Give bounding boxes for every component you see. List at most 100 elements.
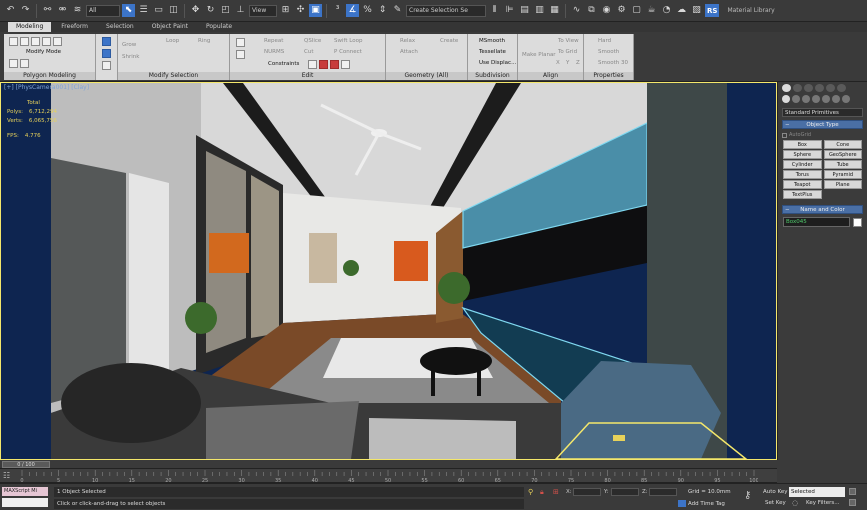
vertex-icon[interactable] xyxy=(9,37,18,46)
polygon-icon[interactable] xyxy=(42,37,51,46)
pivot-center-icon[interactable]: ⊞ xyxy=(279,4,292,17)
playback-control-icon[interactable] xyxy=(849,488,856,495)
motion-tab[interactable] xyxy=(815,84,824,92)
textplus-button[interactable]: TextPlus xyxy=(783,190,822,199)
edit-title[interactable]: Edit xyxy=(230,72,385,80)
modify-selection-title[interactable]: Modify Selection xyxy=(118,72,229,80)
to-view-button[interactable]: To View xyxy=(558,38,579,44)
render-setup-icon[interactable]: ⚙ xyxy=(615,4,628,17)
link-icon[interactable]: ⚯ xyxy=(41,4,54,17)
workspace-badge[interactable]: RS xyxy=(705,4,720,17)
material-library-label[interactable]: Material Library xyxy=(727,7,774,14)
maxscript-listener-input[interactable]: MAXScript Mi xyxy=(2,487,48,496)
preserve-uvs-icon[interactable] xyxy=(20,59,29,68)
spinner-snap-icon[interactable]: ⇕ xyxy=(376,4,389,17)
pyramid-button[interactable]: Pyramid xyxy=(823,170,862,179)
object-name-input[interactable]: Box045 xyxy=(783,217,850,227)
lights-category-icon[interactable] xyxy=(802,95,810,103)
tab-populate[interactable]: Populate xyxy=(198,22,240,32)
align-z-button[interactable]: Z xyxy=(576,60,580,66)
element-icon[interactable] xyxy=(53,37,62,46)
select-by-name-icon[interactable]: ☰ xyxy=(137,4,150,17)
percent-snap-icon[interactable]: % xyxy=(361,4,374,17)
time-slider[interactable]: 0 / 100 xyxy=(0,460,777,469)
rendered-frame-window-icon[interactable]: ▢ xyxy=(630,4,643,17)
toggle-layer-explorer-icon[interactable]: ▥ xyxy=(533,4,546,17)
constraint-edge-icon[interactable] xyxy=(319,60,328,69)
align-title[interactable]: Align xyxy=(518,72,583,80)
geometry-category-icon[interactable] xyxy=(782,95,790,103)
angle-snap-icon[interactable]: ∡ xyxy=(346,4,359,17)
named-selection-dropdown[interactable]: Create Selection Se xyxy=(406,4,486,17)
cameras-category-icon[interactable] xyxy=(812,95,820,103)
render-production-icon[interactable]: ☕ xyxy=(645,4,658,17)
align-x-button[interactable]: X xyxy=(556,60,560,66)
tab-modeling[interactable]: Modeling xyxy=(8,22,52,32)
scale-icon[interactable]: ◰ xyxy=(219,4,232,17)
selection-filter-dropdown[interactable]: All xyxy=(86,4,120,17)
edit-poly-mode-icon[interactable] xyxy=(102,37,111,46)
border-icon[interactable] xyxy=(31,37,40,46)
subdivision-title[interactable]: Subdivision xyxy=(468,72,517,80)
render-in-cloud-icon[interactable]: ☁ xyxy=(675,4,688,17)
bind-space-warp-icon[interactable]: ≋ xyxy=(71,4,84,17)
swift-loop-button[interactable]: Swift Loop xyxy=(334,38,362,44)
edit-mode-icon[interactable] xyxy=(236,50,245,59)
curve-editor-icon[interactable]: ∿ xyxy=(570,4,583,17)
properties-title[interactable]: Properties xyxy=(584,72,633,80)
qslice-button[interactable]: QSlice xyxy=(304,38,321,44)
absolute-mode-icon[interactable]: ⊞ xyxy=(553,488,559,496)
set-keys-icon[interactable]: ◌ xyxy=(792,499,798,507)
object-color-swatch[interactable] xyxy=(853,217,862,227)
nurms-button[interactable]: NURMS xyxy=(264,49,284,55)
material-editor-icon[interactable]: ◉ xyxy=(600,4,613,17)
repeat-button[interactable]: Repeat xyxy=(264,38,283,44)
tessellate-button[interactable]: Tessellate xyxy=(479,49,506,55)
mirror-icon[interactable]: ⫴ xyxy=(488,4,501,17)
smooth-30-button[interactable]: Smooth 30 xyxy=(598,60,628,66)
redo-icon[interactable]: ↷ xyxy=(19,4,32,17)
cylinder-button[interactable]: Cylinder xyxy=(783,160,822,169)
smooth-button[interactable]: Smooth xyxy=(598,49,619,55)
reference-coordinate-dropdown[interactable]: View xyxy=(249,4,277,17)
perspective-viewport[interactable]: [+] [PhysCamera001] [Clay] Total Polys: 6… xyxy=(0,82,777,460)
geometry-title[interactable]: Geometry (All) xyxy=(386,72,467,80)
place-icon[interactable]: ⊥ xyxy=(234,4,247,17)
hierarchy-tab[interactable] xyxy=(804,84,813,92)
tube-button[interactable]: Tube xyxy=(823,160,862,169)
primitive-category-dropdown[interactable]: Standard Primitives xyxy=(782,108,863,117)
a360-gallery-icon[interactable]: ▧ xyxy=(690,4,703,17)
undo-icon[interactable]: ↶ xyxy=(4,4,17,17)
loop-button[interactable]: Loop xyxy=(166,38,179,44)
x-coordinate-field[interactable] xyxy=(573,488,601,496)
make-planar-button[interactable]: Make Planar xyxy=(522,52,556,58)
autogrid-checkbox[interactable] xyxy=(782,132,787,138)
helpers-category-icon[interactable] xyxy=(822,95,830,103)
geosphere-button[interactable]: GeoSphere xyxy=(823,150,862,159)
move-icon[interactable]: ✥ xyxy=(189,4,202,17)
rotate-icon[interactable]: ↻ xyxy=(204,4,217,17)
repeat-icon[interactable] xyxy=(236,38,245,47)
isolate-selection-icon[interactable]: ⚲ xyxy=(528,488,533,496)
torus-button[interactable]: Torus xyxy=(783,170,822,179)
window-crossing-icon[interactable]: ◫ xyxy=(167,4,180,17)
track-ruler[interactable]: 0 5 10 15 20 25 30 35 40 45 50 55 60 65 70 75 80 85 90 95 10… xyxy=(18,469,758,483)
edge-icon[interactable] xyxy=(20,37,29,46)
select-object-icon[interactable]: ⬉ xyxy=(122,4,135,17)
selection-set-dropdown[interactable]: Selected xyxy=(789,487,845,497)
cone-button[interactable]: Cone xyxy=(823,140,862,149)
keyboard-shortcut-override-icon[interactable]: ▣ xyxy=(309,4,322,17)
to-grid-button[interactable]: To Grid xyxy=(558,49,577,55)
modify-mode-label[interactable]: Modify Mode xyxy=(26,49,61,55)
constraint-normal-icon[interactable] xyxy=(341,60,350,69)
grow-button[interactable]: Grow xyxy=(122,42,136,48)
key-icon[interactable]: ⚷ xyxy=(744,490,751,501)
render-iterative-icon[interactable]: ◔ xyxy=(660,4,673,17)
add-time-tag-button[interactable]: Add Time Tag xyxy=(678,500,725,508)
constraint-face-icon[interactable] xyxy=(330,60,339,69)
rectangular-selection-icon[interactable]: ▭ xyxy=(152,4,165,17)
tab-selection[interactable]: Selection xyxy=(98,22,142,32)
relax-button[interactable]: Relax xyxy=(400,38,415,44)
schematic-view-icon[interactable]: ⧉ xyxy=(585,4,598,17)
align-y-button[interactable]: Y xyxy=(566,60,569,66)
